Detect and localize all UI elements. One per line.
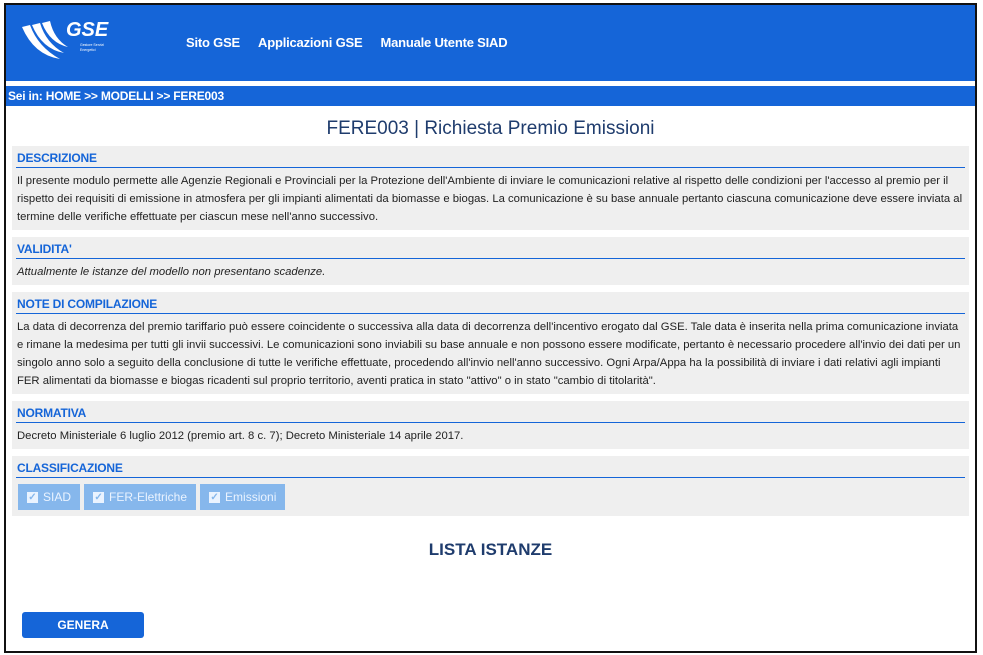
gse-logo[interactable]: GSE Gestore Servizi Energetici bbox=[20, 17, 120, 67]
nav-manuale-utente[interactable]: Manuale Utente SIAD bbox=[380, 35, 507, 50]
breadcrumb[interactable]: Sei in: HOME >> MODELLI >> FERE003 bbox=[6, 86, 975, 106]
tag-list: ✓ SIAD ✓ FER-Elettriche ✓ Emissioni bbox=[16, 482, 965, 512]
checkbox-icon: ✓ bbox=[93, 491, 105, 503]
top-bar: GSE Gestore Servizi Energetici Sito GSE … bbox=[6, 5, 975, 81]
section-validita: VALIDITA' Attualmente le istanze del mod… bbox=[12, 237, 969, 285]
section-text: La data di decorrenza del premio tariffa… bbox=[17, 321, 961, 387]
tag-label: FER-Elettriche bbox=[109, 490, 188, 504]
tag-fer-elettriche[interactable]: ✓ FER-Elettriche bbox=[84, 484, 197, 510]
top-nav: Sito GSE Applicazioni GSE Manuale Utente… bbox=[186, 35, 508, 50]
section-note: NOTE DI COMPILAZIONE La data di decorren… bbox=[12, 292, 969, 394]
section-descrizione: DESCRIZIONE Il presente modulo permette … bbox=[12, 146, 969, 230]
logo-text: GSE bbox=[66, 19, 109, 41]
section-text: Decreto Ministeriale 6 luglio 2012 (prem… bbox=[17, 430, 464, 442]
section-title: CLASSIFICAZIONE bbox=[16, 460, 965, 478]
checkbox-icon: ✓ bbox=[27, 491, 38, 503]
page-frame: GSE Gestore Servizi Energetici Sito GSE … bbox=[4, 3, 977, 653]
tag-emissioni[interactable]: ✓ Emissioni bbox=[200, 484, 286, 510]
genera-button[interactable]: GENERA bbox=[22, 612, 144, 638]
tag-label: SIAD bbox=[43, 490, 72, 504]
page-title: FERE003 | Richiesta Premio Emissioni bbox=[326, 118, 655, 139]
nav-applicazioni-gse[interactable]: Applicazioni GSE bbox=[258, 35, 363, 50]
section-title: VALIDITA' bbox=[16, 241, 965, 259]
section-normativa: NORMATIVA Decreto Ministeriale 6 luglio … bbox=[12, 401, 969, 449]
list-title: LISTA ISTANZE bbox=[428, 540, 553, 559]
section-title: DESCRIZIONE bbox=[16, 150, 965, 168]
section-title: NORMATIVA bbox=[16, 405, 965, 423]
section-text: Attualmente le istanze del modello non p… bbox=[17, 266, 326, 278]
tag-label: Emissioni bbox=[225, 490, 277, 504]
tag-siad[interactable]: ✓ SIAD bbox=[18, 484, 81, 510]
nav-sito-gse[interactable]: Sito GSE bbox=[186, 35, 240, 50]
section-title: NOTE DI COMPILAZIONE bbox=[16, 296, 965, 314]
section-text: Il presente modulo permette alle Agenzie… bbox=[17, 175, 963, 223]
logo-subtext: Gestore Servizi Energetici bbox=[80, 43, 104, 52]
checkbox-icon: ✓ bbox=[209, 491, 221, 503]
section-classificazione: CLASSIFICAZIONE ✓ SIAD ✓ FER-Elettriche … bbox=[12, 456, 969, 516]
